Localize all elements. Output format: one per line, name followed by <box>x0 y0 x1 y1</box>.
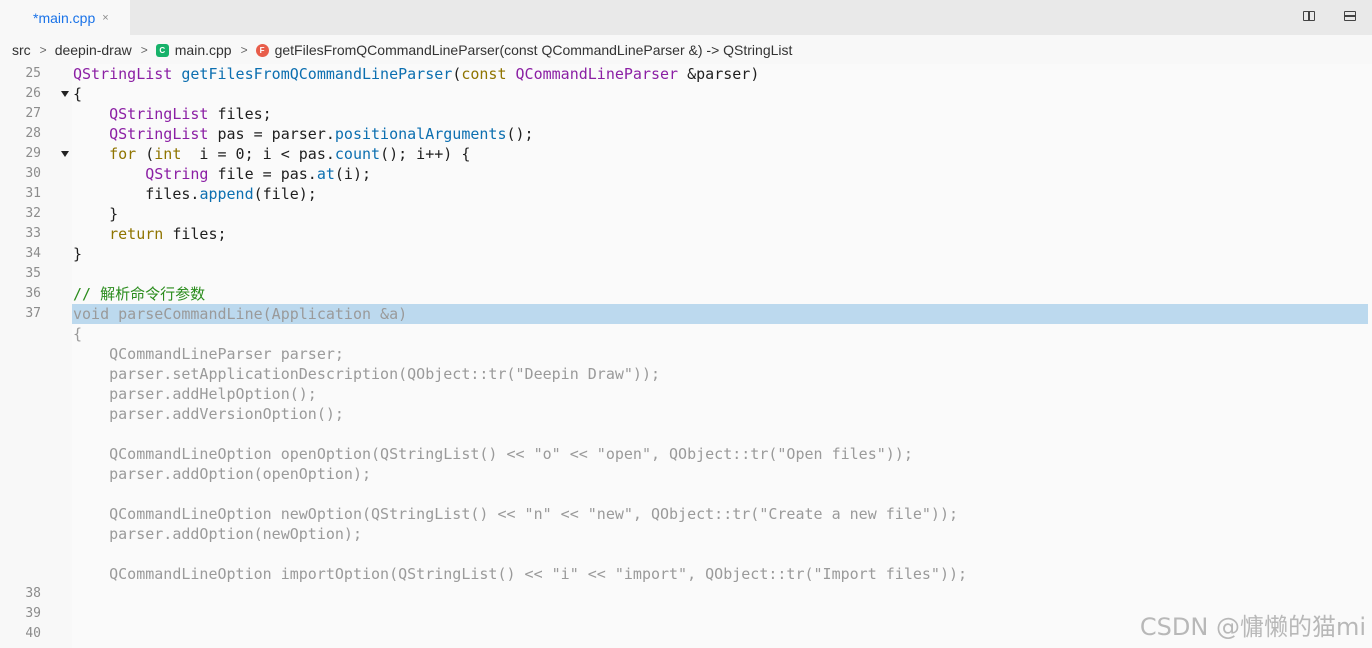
line-number: 39 <box>25 606 41 621</box>
code-token: positionalArguments <box>334 125 507 143</box>
fold-arrow-icon[interactable] <box>61 91 69 97</box>
breadcrumb-item-function[interactable]: getFilesFromQCommandLineParser(const QCo… <box>275 42 793 58</box>
breadcrumb-item-file[interactable]: main.cpp <box>175 42 232 58</box>
code-token: QString <box>145 165 209 183</box>
tab-bar: *main.cpp × <box>0 0 1372 35</box>
ghost-code-line: QCommandLineParser parser; <box>73 345 344 363</box>
code-token: getFilesFromQCommandLineParser <box>181 65 453 83</box>
line-number: 32 <box>25 206 41 221</box>
chevron-right-icon: > <box>240 43 248 57</box>
code-token: files; <box>208 105 272 123</box>
breadcrumb: src > deepin-draw > C main.cpp > F getFi… <box>0 35 1372 65</box>
code-token: ( <box>452 65 462 83</box>
line-number: 27 <box>25 106 41 121</box>
code-token: QStringList <box>109 125 209 143</box>
code-token: (i); <box>334 165 372 183</box>
line-number: 30 <box>25 166 41 181</box>
toggle-panel-icon[interactable] <box>1344 11 1356 21</box>
code-token: pas = parser. <box>208 125 335 143</box>
code-token: append <box>199 185 254 203</box>
code-token: QCommandLineParser <box>515 65 679 83</box>
ghost-code-line: QCommandLineOption importOption(QStringL… <box>73 565 968 583</box>
line-number-gutter: 25 26 27 28 29 30 31 32 33 34 35 36 37 3… <box>0 64 72 648</box>
ghost-code-line: QCommandLineOption openOption(QStringLis… <box>73 445 913 463</box>
line-number: 36 <box>25 286 41 301</box>
line-number: 26 <box>25 86 41 101</box>
line-number: 29 <box>25 146 41 161</box>
tab-label: *main.cpp <box>33 9 96 26</box>
code-token: for <box>109 145 137 163</box>
code-token: files. <box>73 185 200 203</box>
chevron-right-icon: > <box>39 43 47 57</box>
line-number: 33 <box>25 226 41 241</box>
fold-arrow-icon[interactable] <box>61 151 69 157</box>
code-line-37: void parseCommandLine(Application &a) <box>73 305 408 323</box>
ghost-code-line: parser.addHelpOption(); <box>73 385 317 403</box>
code-line-32: } <box>73 205 119 223</box>
ghost-code-line: parser.addOption(openOption); <box>73 465 372 483</box>
breadcrumb-item-deepin-draw[interactable]: deepin-draw <box>55 42 132 58</box>
code-token: (file); <box>253 185 317 203</box>
code-token: return <box>109 225 164 243</box>
line-number: 40 <box>25 626 41 641</box>
ghost-code-line: parser.addOption(newOption); <box>73 525 362 543</box>
code-token: count <box>334 145 381 163</box>
watermark: CSDN @慵懒的猫mi <box>1139 613 1366 641</box>
code-token: i = 0; i < pas. <box>181 145 335 163</box>
code-line-27: QStringList files; <box>73 104 272 124</box>
ghost-code-line: parser.addVersionOption(); <box>73 405 344 423</box>
code-token: (); <box>506 125 534 143</box>
ghost-code-line: QCommandLineOption newOption(QStringList… <box>73 505 959 523</box>
code-line-30: QString file = pas.at(i); <box>73 164 371 184</box>
code-token: file = pas. <box>208 165 317 183</box>
code-token: ( <box>136 145 155 163</box>
code-editor[interactable]: 25 26 27 28 29 30 31 32 33 34 35 36 37 3… <box>0 64 1372 648</box>
code-line-36-comment: // 解析命令行参数 <box>73 285 206 303</box>
line-number: 31 <box>25 186 41 201</box>
line-number: 35 <box>25 266 41 281</box>
code-line-25: QStringList getFilesFromQCommandLinePars… <box>73 64 759 84</box>
code-token: int <box>154 145 182 163</box>
line-number: 34 <box>25 246 41 261</box>
code-line-28: QStringList pas = parser.positionalArgum… <box>73 124 534 144</box>
chevron-right-icon: > <box>140 43 148 57</box>
code-token: (); i++) { <box>380 145 471 163</box>
code-token: QStringList <box>109 105 209 123</box>
line-number: 37 <box>25 306 41 321</box>
code-token: QStringList <box>73 65 173 83</box>
breadcrumb-item-src[interactable]: src <box>12 42 31 58</box>
code-token: const <box>461 65 507 83</box>
code-token: files; <box>163 225 227 243</box>
line-number: 28 <box>25 126 41 141</box>
code-token: at <box>316 165 335 183</box>
line-number: 25 <box>25 66 41 81</box>
function-icon: F <box>255 43 269 57</box>
cpp-file-icon: C <box>155 43 169 57</box>
code-token: &parser) <box>678 65 760 83</box>
ghost-code-line: { <box>73 325 83 343</box>
code-line-31: files.append(file); <box>73 184 317 204</box>
code-line-29: for (int i = 0; i < pas.count(); i++) { <box>73 144 470 164</box>
split-editor-icon[interactable] <box>1303 11 1315 21</box>
ghost-code-line: parser.setApplicationDescription(QObject… <box>73 365 660 383</box>
code-line-26: { <box>73 85 83 103</box>
line-number: 38 <box>25 586 41 601</box>
code-line-34: } <box>73 245 83 263</box>
tab-close-icon[interactable]: × <box>102 12 108 24</box>
code-line-33: return files; <box>73 224 227 244</box>
tab-main-cpp[interactable]: *main.cpp × <box>0 0 130 35</box>
